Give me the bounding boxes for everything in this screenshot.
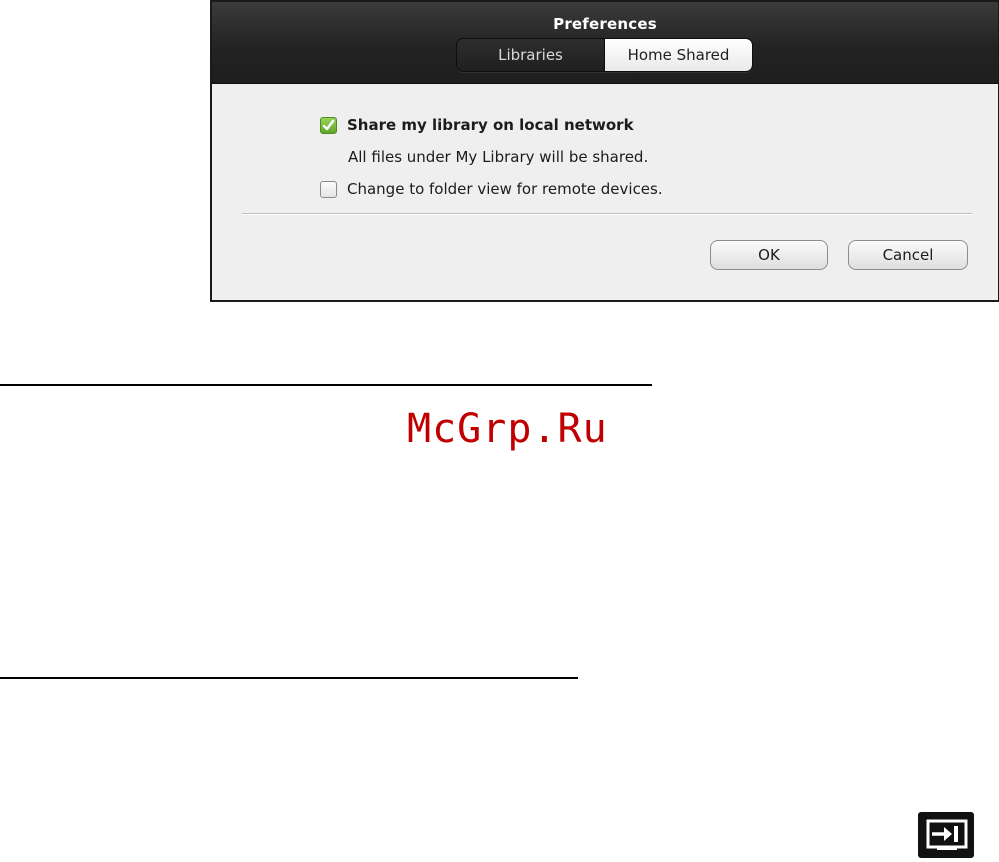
folder-view-option[interactable]: Change to folder view for remote devices… (320, 180, 663, 198)
share-library-label: Share my library on local network (347, 116, 634, 134)
input-source-icon (918, 812, 974, 858)
tab-libraries[interactable]: Libraries (457, 39, 605, 71)
cancel-button[interactable]: Cancel (848, 240, 968, 270)
dialog-divider (242, 213, 972, 214)
dialog-title: Preferences (553, 15, 657, 33)
ok-button[interactable]: OK (710, 240, 828, 270)
watermark: McGrp.Ru (407, 406, 608, 452)
checkmark-icon (322, 119, 335, 130)
folder-view-label: Change to folder view for remote devices… (347, 180, 663, 198)
tab-home-shared[interactable]: Home Shared (605, 39, 752, 71)
share-library-option[interactable]: Share my library on local network (320, 116, 634, 134)
share-library-checkbox[interactable] (320, 116, 337, 134)
page-rule-top (0, 384, 652, 386)
folder-view-checkbox[interactable] (320, 180, 337, 198)
dialog-titlebar: Preferences Libraries Home Shared (212, 2, 998, 84)
page-rule-bottom (0, 677, 578, 679)
share-library-note: All files under My Library will be share… (348, 148, 649, 166)
dialog-content: Share my library on local network All fi… (212, 84, 998, 300)
tab-bar: Libraries Home Shared (456, 38, 753, 72)
preferences-dialog: Preferences Libraries Home Shared Share … (210, 0, 999, 302)
